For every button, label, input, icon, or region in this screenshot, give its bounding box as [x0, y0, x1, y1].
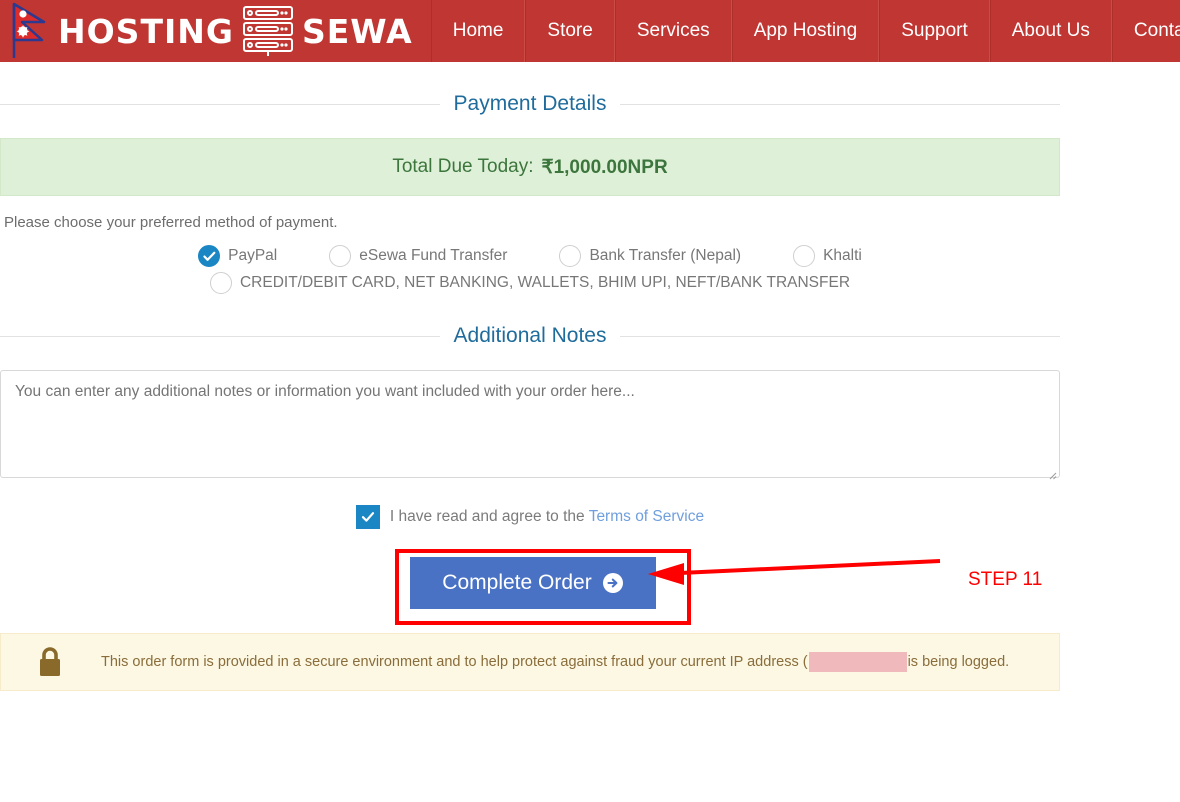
- payment-option-khalti[interactable]: Khalti: [793, 245, 862, 267]
- arrow-right-circle-icon: [602, 573, 623, 593]
- complete-order-label: Complete Order: [442, 571, 592, 594]
- total-due-label: Total Due Today:: [392, 156, 534, 177]
- additional-notes-input[interactable]: [0, 370, 1060, 478]
- secure-notice-text: This order form is provided in a secure …: [101, 652, 1009, 672]
- payment-option-label-card-netbanking: CREDIT/DEBIT CARD, NET BANKING, WALLETS,…: [239, 274, 851, 291]
- terms-agreement-row: I have read and agree to the Terms of Se…: [0, 505, 1060, 529]
- main-navigation: Home Store Services App Hosting Support …: [430, 0, 1180, 62]
- total-due-amount: ₹1,000.00NPR: [541, 156, 668, 178]
- radio-khalti[interactable]: [793, 245, 816, 267]
- payment-option-paypal[interactable]: PayPal: [198, 245, 277, 267]
- server-rack-icon: [242, 6, 293, 56]
- payment-details-heading: Payment Details: [0, 92, 1060, 116]
- secure-text-after: is being logged.: [907, 654, 1010, 670]
- notes-rule-left: [0, 335, 440, 337]
- radio-card-netbanking[interactable]: [209, 272, 232, 294]
- ip-address-redaction: [808, 652, 907, 672]
- payment-method-instruction: Please choose your preferred method of p…: [4, 214, 338, 231]
- payment-method-row-2: CREDIT/DEBIT CARD, NET BANKING, WALLETS,…: [0, 272, 1060, 294]
- heading-rule-right: [620, 103, 1060, 105]
- site-header: HOSTING SEWA Home Store Services App Hos…: [0, 0, 1180, 62]
- nav-item-about-us[interactable]: About Us: [989, 0, 1112, 62]
- radio-paypal[interactable]: [198, 245, 221, 267]
- terms-of-service-link[interactable]: Terms of Service: [589, 508, 704, 525]
- lock-icon: [40, 647, 60, 676]
- payment-option-bank-transfer[interactable]: Bank Transfer (Nepal): [559, 245, 741, 267]
- total-due-banner: Total Due Today: ₹1,000.00NPR: [0, 138, 1060, 196]
- nav-item-services[interactable]: Services: [614, 0, 732, 62]
- payment-option-esewa[interactable]: eSewa Fund Transfer: [329, 245, 507, 267]
- brand-word-sewa: SEWA: [301, 11, 413, 51]
- nav-item-app-hosting[interactable]: App Hosting: [731, 0, 880, 62]
- payment-option-label-esewa: eSewa Fund Transfer: [359, 247, 508, 264]
- nav-item-contact[interactable]: Contact: [1111, 0, 1180, 62]
- annotation-step-label: STEP 11: [968, 569, 1043, 590]
- nav-item-home[interactable]: Home: [430, 0, 526, 62]
- terms-label: I have read and agree to the Terms of Se…: [390, 508, 704, 526]
- terms-text: I have read and agree to the: [389, 508, 589, 525]
- order-form: Payment Details Total Due Today: ₹1,000.…: [0, 62, 1060, 691]
- heading-rule-left: [0, 103, 440, 105]
- payment-method-row-1: PayPal eSewa Fund Transfer Bank Transfer…: [0, 245, 1060, 267]
- secure-environment-notice: This order form is provided in a secure …: [0, 633, 1060, 691]
- payment-option-label-khalti: Khalti: [823, 247, 862, 264]
- nepal-flag-icon: [12, 2, 46, 58]
- payment-option-card-netbanking[interactable]: CREDIT/DEBIT CARD, NET BANKING, WALLETS,…: [209, 272, 851, 294]
- additional-notes-title: Additional Notes: [453, 324, 607, 347]
- payment-option-label-paypal: PayPal: [228, 247, 278, 264]
- notes-field-wrapper: [0, 348, 1060, 483]
- nav-item-store[interactable]: Store: [525, 0, 615, 62]
- complete-order-zone: Complete Order STEP 11: [0, 535, 1060, 627]
- radio-bank-transfer[interactable]: [559, 245, 582, 267]
- payment-option-label-bank-transfer: Bank Transfer (Nepal): [589, 247, 742, 264]
- page-title: Payment Details: [453, 92, 607, 115]
- nav-item-support[interactable]: Support: [879, 0, 990, 62]
- radio-esewa[interactable]: [329, 245, 352, 267]
- payment-method-group: PayPal eSewa Fund Transfer Bank Transfer…: [0, 245, 1060, 294]
- complete-order-button[interactable]: Complete Order: [410, 557, 656, 609]
- brand-word-hosting: HOSTING: [58, 11, 234, 51]
- terms-checkbox[interactable]: [355, 505, 380, 529]
- additional-notes-heading: Additional Notes: [0, 324, 1060, 348]
- brand-logo[interactable]: HOSTING SEWA: [0, 0, 431, 62]
- notes-rule-right: [620, 335, 1060, 337]
- secure-text-before: This order form is provided in a secure …: [101, 654, 808, 670]
